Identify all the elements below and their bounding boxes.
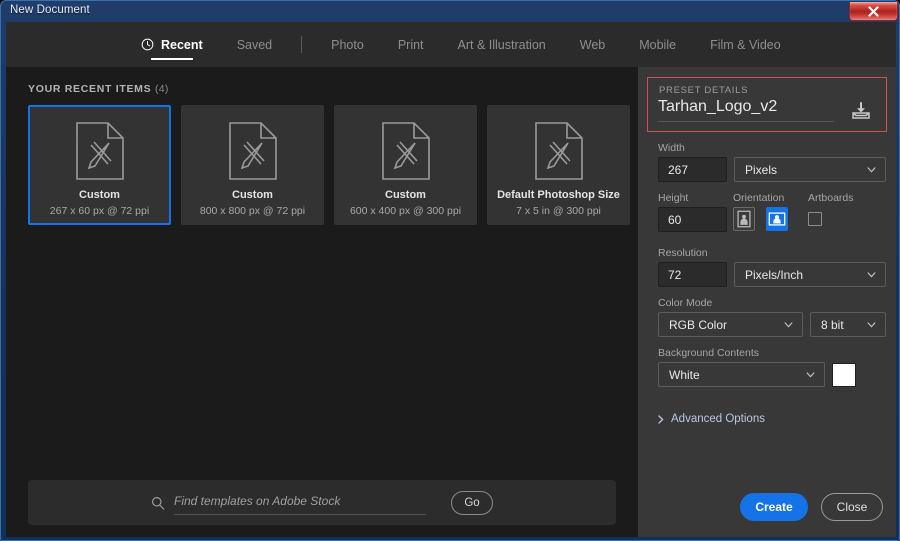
save-preset-icon[interactable]	[851, 102, 871, 120]
recent-item-meta-1: 267 x 60 px @ 72 ppi	[49, 205, 150, 217]
landscape-icon	[768, 212, 786, 226]
stock-search-go-label: Go	[464, 497, 480, 509]
stock-search-bar: Find templates on Adobe Stock Go	[28, 480, 616, 525]
chevron-right-icon	[658, 414, 664, 424]
recent-items-grid: Custom 267 x 60 px @ 72 ppi Custom 800 x…	[28, 105, 630, 225]
recent-item-meta-4: 7 x 5 in @ 300 ppi	[516, 205, 601, 217]
tab-photo[interactable]: Photo	[314, 22, 381, 67]
stock-search-go-button[interactable]: Go	[451, 491, 493, 515]
recent-item-card-1[interactable]: Custom 267 x 60 px @ 72 ppi	[28, 105, 171, 225]
recent-item-card-4[interactable]: Default Photoshop Size 7 x 5 in @ 300 pp…	[487, 105, 630, 225]
color-mode-label: Color Mode	[658, 297, 713, 309]
document-pencil-icon	[381, 122, 430, 180]
category-tabbar: Recent Saved Photo Print Art & Illustrat…	[6, 22, 896, 68]
chevron-down-icon	[806, 371, 815, 377]
recent-item-meta-3: 600 x 400 px @ 300 ppi	[349, 205, 462, 217]
recent-section-title: YOUR RECENT ITEMS (4)	[28, 83, 169, 95]
window-close-button[interactable]	[849, 2, 898, 21]
tabs-list: Recent Saved Photo Print Art & Illustrat…	[6, 22, 798, 67]
recent-section-title-text: YOUR RECENT ITEMS	[28, 83, 152, 95]
close-button[interactable]: Close	[821, 493, 883, 521]
advanced-options-toggle[interactable]: Advanced Options	[658, 413, 765, 425]
portrait-icon	[737, 210, 751, 228]
stock-search-input[interactable]: Find templates on Adobe Stock	[174, 492, 426, 515]
background-color-swatch[interactable]	[832, 363, 856, 387]
orientation-label: Orientation	[733, 192, 785, 204]
recent-items-pane: YOUR RECENT ITEMS (4) Custom 267 x 60 px…	[6, 67, 638, 537]
new-document-window: New Document Recent Saved Photo Print Ar…	[0, 0, 900, 541]
recent-item-name-2: Custom	[232, 189, 273, 201]
tab-recent-label: Recent	[161, 37, 203, 52]
recent-item-name-3: Custom	[385, 189, 426, 201]
preset-details-label: PRESET DETAILS	[659, 85, 749, 96]
background-contents-label: Background Contents	[658, 347, 759, 359]
width-unit-value: Pixels	[745, 162, 778, 177]
dialog-actions: Create Close	[740, 493, 883, 521]
recent-item-meta-2: 800 x 800 px @ 72 ppi	[199, 205, 306, 217]
chevron-down-icon	[784, 321, 793, 327]
orientation-portrait-button[interactable]	[733, 207, 755, 231]
document-pencil-icon	[228, 122, 277, 180]
color-mode-value: RGB Color	[669, 317, 728, 332]
window-title: New Document	[10, 4, 90, 16]
tab-mobile[interactable]: Mobile	[622, 22, 693, 67]
chevron-down-icon	[867, 166, 876, 172]
tab-art-illustration[interactable]: Art & Illustration	[441, 22, 563, 67]
resolution-unit-dropdown[interactable]: Pixels/Inch	[734, 262, 886, 287]
resolution-label: Resolution	[658, 247, 708, 259]
tab-print[interactable]: Print	[381, 22, 441, 67]
advanced-options-label: Advanced Options	[671, 413, 765, 425]
close-x-glyph	[868, 5, 879, 17]
window-titlebar: New Document	[1, 1, 900, 22]
recent-item-card-2[interactable]: Custom 800 x 800 px @ 72 ppi	[181, 105, 324, 225]
background-contents-value: White	[669, 367, 700, 382]
tab-saved[interactable]: Saved	[220, 22, 289, 67]
bit-depth-dropdown[interactable]: 8 bit	[810, 312, 886, 337]
chevron-down-icon	[867, 321, 876, 327]
preset-name-input[interactable]: Tarhan_Logo_v2	[658, 98, 834, 122]
new-document-dialog: Recent Saved Photo Print Art & Illustrat…	[6, 22, 896, 537]
search-icon	[152, 497, 165, 510]
stock-search-inner: Find templates on Adobe Stock Go	[151, 491, 493, 515]
tab-film-video[interactable]: Film & Video	[693, 22, 798, 67]
artboards-checkbox[interactable]	[808, 212, 822, 226]
tab-art-illustration-label: Art & Illustration	[457, 37, 546, 52]
preset-details-pane: PRESET DETAILS Tarhan_Logo_v2 Width 267 …	[638, 67, 896, 537]
close-icon	[850, 2, 897, 20]
tab-mobile-label: Mobile	[639, 37, 677, 52]
bit-depth-value: 8 bit	[821, 317, 844, 332]
tab-photo-label: Photo	[331, 37, 364, 52]
tab-saved-label: Saved	[236, 37, 273, 52]
resolution-unit-value: Pixels/Inch	[745, 267, 804, 282]
resolution-input[interactable]: 72	[658, 262, 727, 287]
tab-web-label: Web	[579, 37, 606, 52]
tab-recent[interactable]: Recent	[124, 22, 220, 67]
stock-search-placeholder: Find templates on Adobe Stock	[174, 493, 341, 508]
tab-print-label: Print	[397, 37, 424, 52]
recent-item-name-4: Default Photoshop Size	[497, 189, 620, 201]
width-unit-dropdown[interactable]: Pixels	[734, 157, 886, 182]
clock-icon	[141, 38, 154, 51]
chevron-down-icon	[867, 271, 876, 277]
width-input[interactable]: 267	[658, 157, 727, 182]
close-button-label: Close	[836, 500, 868, 514]
color-mode-dropdown[interactable]: RGB Color	[658, 312, 803, 337]
document-pencil-icon	[534, 122, 583, 180]
create-button-label: Create	[755, 500, 793, 514]
height-label: Height	[658, 192, 689, 204]
recent-section-count: (4)	[154, 83, 169, 95]
document-pencil-icon	[75, 122, 124, 180]
width-label: Width	[658, 142, 685, 154]
height-input[interactable]: 60	[658, 207, 727, 232]
tab-web[interactable]: Web	[563, 22, 622, 67]
recent-item-name-1: Custom	[79, 189, 120, 201]
orientation-landscape-button[interactable]	[766, 207, 788, 231]
tab-divider	[301, 36, 303, 53]
artboards-label: Artboards	[808, 192, 854, 204]
tab-film-video-label: Film & Video	[710, 37, 781, 52]
create-button[interactable]: Create	[740, 493, 808, 521]
background-contents-dropdown[interactable]: White	[658, 362, 825, 387]
recent-item-card-3[interactable]: Custom 600 x 400 px @ 300 ppi	[334, 105, 477, 225]
